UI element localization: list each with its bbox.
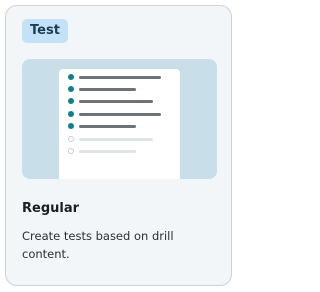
checklist-line [79, 99, 153, 103]
checklist-line [79, 75, 161, 79]
document-icon [59, 69, 180, 179]
check-circle-icon [68, 74, 74, 80]
test-type-card-regular[interactable]: Test Regular Create tests based on drill… [5, 5, 232, 286]
checklist-row [68, 122, 136, 130]
checklist-line [79, 149, 136, 153]
empty-circle-icon [68, 148, 74, 154]
check-circle-icon [68, 98, 74, 104]
checklist-illustration [22, 59, 217, 179]
checklist-row [68, 97, 153, 105]
check-circle-icon [68, 86, 74, 92]
checklist-line [79, 137, 153, 141]
checklist-row [68, 147, 136, 155]
test-badge: Test [22, 19, 68, 43]
card-description: Create tests based on drill content. [22, 229, 174, 261]
checklist-line [79, 87, 136, 91]
checklist-row [68, 110, 161, 118]
empty-circle-icon [68, 136, 74, 142]
card-title: Regular [22, 201, 80, 216]
checklist-line [79, 124, 136, 128]
check-circle-icon [68, 111, 74, 117]
checklist-row [68, 85, 136, 93]
checklist-row [68, 135, 153, 143]
checklist-row [68, 73, 161, 81]
checklist-line [79, 112, 161, 116]
check-circle-icon [68, 123, 74, 129]
